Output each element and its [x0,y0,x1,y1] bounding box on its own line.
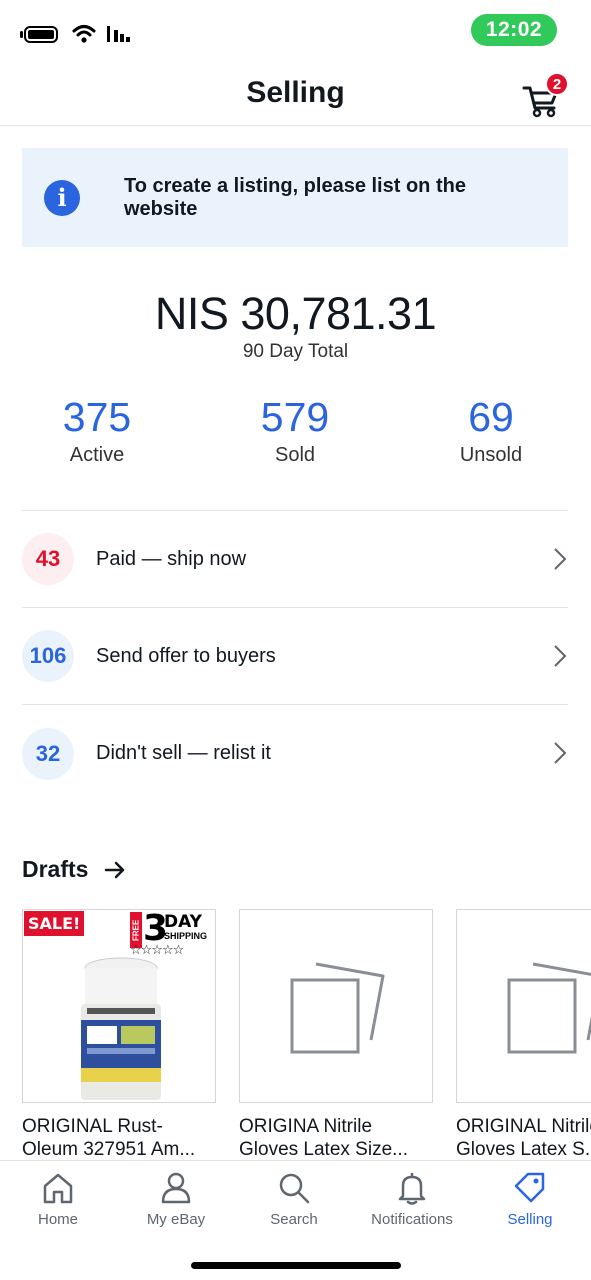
info-banner: i To create a listing, please list on th… [22,148,568,247]
draft-thumbnail [456,909,591,1103]
stat-label: Unsold [459,444,523,466]
image-placeholder-icon [507,962,591,1054]
draft-item[interactable]: SALE! FREE 3 DAY SHIPPING ☆☆☆☆☆ ORIGINAL… [22,909,216,1159]
action-label: Send offer to buyers [96,644,276,667]
action-row-offers[interactable]: 106 Send offer to buyers [22,608,568,705]
status-icons [20,24,132,44]
wifi-icon [72,25,96,43]
chevron-right-icon [554,645,567,667]
search-icon [279,1173,310,1204]
stat-active[interactable]: 375 Active [22,392,172,467]
banner-text: To create a listing, please list on the … [124,174,466,220]
tab-label: Selling [507,1211,553,1228]
action-label: Paid — ship now [96,547,247,570]
battery-icon [20,24,62,44]
action-label: Didn't sell — relist it [96,742,271,764]
action-row-relist[interactable]: 32 Didn't sell — relist it [22,705,568,802]
stat-unsold[interactable]: 69 Unsold [416,392,566,467]
stat-value: 375 [62,394,132,440]
stat-label: Sold [274,444,316,466]
drafts-carousel[interactable]: SALE! FREE 3 DAY SHIPPING ☆☆☆☆☆ ORIGINAL… [22,909,591,1159]
tab-my-ebay[interactable]: My eBay [121,1171,231,1228]
tab-notifications[interactable]: Notifications [357,1171,467,1228]
image-placeholder-icon [290,962,385,1054]
chevron-right-icon [554,548,567,570]
tab-label: Search [270,1211,318,1228]
arrow-right-icon [105,861,125,878]
drafts-header[interactable]: Drafts [22,856,126,883]
total-amount: NIS 30,781.31 [154,288,437,339]
spray-can-image [81,957,161,1100]
draft-thumbnail: SALE! FREE 3 DAY SHIPPING ☆☆☆☆☆ [22,909,216,1103]
tab-selling[interactable]: Selling [475,1171,585,1228]
status-time: 12:02 [471,14,557,46]
tab-home[interactable]: Home [3,1171,113,1228]
page-header: Selling 2 [0,62,591,126]
signal-icon [107,26,130,42]
cart-button[interactable]: 2 [521,72,569,118]
shipping-badge: FREE 3 DAY SHIPPING ☆☆☆☆☆ [130,909,208,957]
drafts-title: Drafts [22,856,89,882]
stats-row: 375 Active 579 Sold 69 Unsold [0,392,591,472]
count-badge: 32 [22,727,74,780]
stat-value: 69 [468,394,514,440]
stat-value: 579 [260,394,330,440]
tab-label: My eBay [146,1211,206,1228]
tab-label: Notifications [371,1211,453,1228]
draft-title: ORIGINA Nitrile Gloves Latex Size... [239,1116,408,1159]
home-icon [43,1173,73,1204]
person-icon [161,1172,191,1204]
cart-count-badge: 2 [545,72,569,96]
draft-item[interactable]: ORIGINAL Nitrile Gloves Latex S... [456,909,591,1159]
draft-title: ORIGINAL Nitrile Gloves Latex S... [456,1116,591,1159]
action-list: 43 Paid — ship now 106 Send offer to buy… [22,510,568,802]
bell-icon [398,1172,426,1205]
count-badge: 43 [22,533,74,585]
tab-search[interactable]: Search [239,1171,349,1228]
info-icon: i [44,179,80,216]
draft-title: ORIGINAL Rust-Oleum 327951 Am... [22,1116,196,1159]
tag-icon [514,1172,545,1203]
stat-sold[interactable]: 579 Sold [220,392,370,467]
total-label: 90 Day Total [242,341,349,362]
stat-label: Active [69,444,125,466]
chevron-right-icon [554,742,567,764]
count-badge: 106 [22,630,74,682]
draft-item[interactable]: ORIGINA Nitrile Gloves Latex Size... [239,909,433,1159]
status-bar: 12:02 [0,0,591,62]
sale-tag: SALE! [24,911,85,936]
action-row-paid[interactable]: 43 Paid — ship now [22,511,568,608]
draft-thumbnail [239,909,433,1103]
home-indicator [191,1262,401,1269]
page-title: Selling [246,76,345,109]
tab-label: Home [37,1211,78,1228]
